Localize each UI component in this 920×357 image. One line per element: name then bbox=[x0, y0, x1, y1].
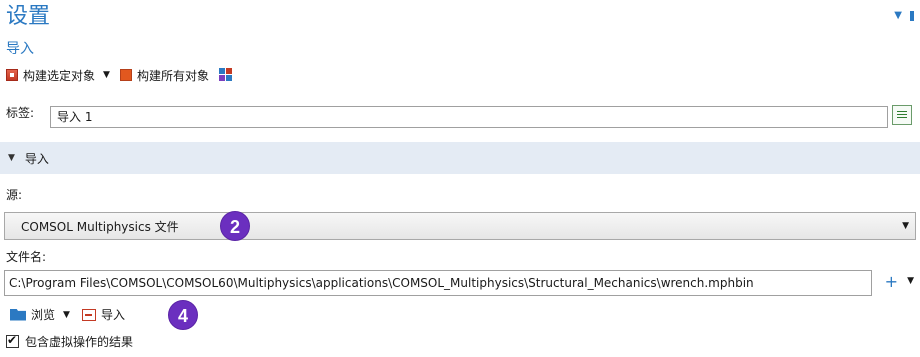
panel-menu-icon[interactable]: ▼ bbox=[894, 10, 902, 21]
filename-label: 文件名: bbox=[6, 250, 47, 264]
section-import-header[interactable]: ▼ 导入 bbox=[0, 142, 920, 174]
include-virtual-ops-label: 包含虚拟操作的结果 bbox=[25, 335, 134, 349]
toolbar: 构建选定对象 ▼ 构建所有对象 bbox=[6, 64, 233, 86]
filename-input[interactable]: C:\Program Files\COMSOL\COMSOL60\Multiph… bbox=[4, 270, 872, 296]
build-selected-icon bbox=[6, 69, 18, 81]
file-actions: 浏览 ▼ 导入 bbox=[10, 306, 125, 323]
panel-subtitle: 导入 bbox=[6, 41, 34, 57]
source-label: 源: bbox=[6, 188, 23, 202]
label-input[interactable]: 导入 1 bbox=[50, 106, 888, 128]
build-selected-dropdown-icon[interactable]: ▼ bbox=[103, 70, 110, 80]
label-field-caption: 标签: bbox=[6, 106, 35, 120]
notes-icon[interactable] bbox=[892, 105, 912, 125]
browse-dropdown-icon[interactable]: ▼ bbox=[63, 310, 70, 320]
graphics-icon[interactable] bbox=[218, 68, 233, 82]
label-field-row: 标签: bbox=[6, 104, 34, 121]
step-badge: 4 bbox=[168, 300, 198, 330]
build-all-icon bbox=[119, 69, 132, 81]
import-label: 导入 bbox=[100, 308, 125, 322]
import-button[interactable]: 导入 bbox=[81, 306, 125, 323]
add-file-icon[interactable]: + bbox=[885, 272, 898, 291]
build-selected-label: 构建选定对象 bbox=[23, 68, 96, 83]
folder-icon bbox=[10, 308, 26, 321]
browse-label: 浏览 bbox=[31, 308, 56, 322]
source-dropdown-icon: ▼ bbox=[902, 221, 909, 231]
build-selected-button[interactable]: 构建选定对象 bbox=[6, 67, 95, 84]
import-icon bbox=[81, 308, 96, 321]
pin-icon[interactable] bbox=[910, 10, 914, 21]
include-virtual-ops-row[interactable]: 包含虚拟操作的结果 bbox=[6, 333, 133, 350]
browse-button[interactable]: 浏览 bbox=[10, 306, 55, 323]
panel-title: 设置 bbox=[6, 4, 51, 29]
section-title: 导入 bbox=[24, 151, 49, 166]
add-file-dropdown-icon[interactable]: ▼ bbox=[907, 276, 914, 286]
source-select[interactable]: COMSOL Multiphysics 文件 ▼ bbox=[4, 212, 916, 240]
collapse-arrow-icon: ▼ bbox=[8, 153, 15, 163]
panel-controls: ▼ bbox=[894, 10, 914, 21]
include-virtual-ops-checkbox[interactable] bbox=[6, 333, 19, 348]
build-all-label: 构建所有对象 bbox=[136, 68, 209, 83]
step-badge: 2 bbox=[220, 211, 250, 241]
build-all-button[interactable]: 构建所有对象 bbox=[119, 67, 209, 84]
source-selected-value: COMSOL Multiphysics 文件 bbox=[21, 219, 179, 234]
